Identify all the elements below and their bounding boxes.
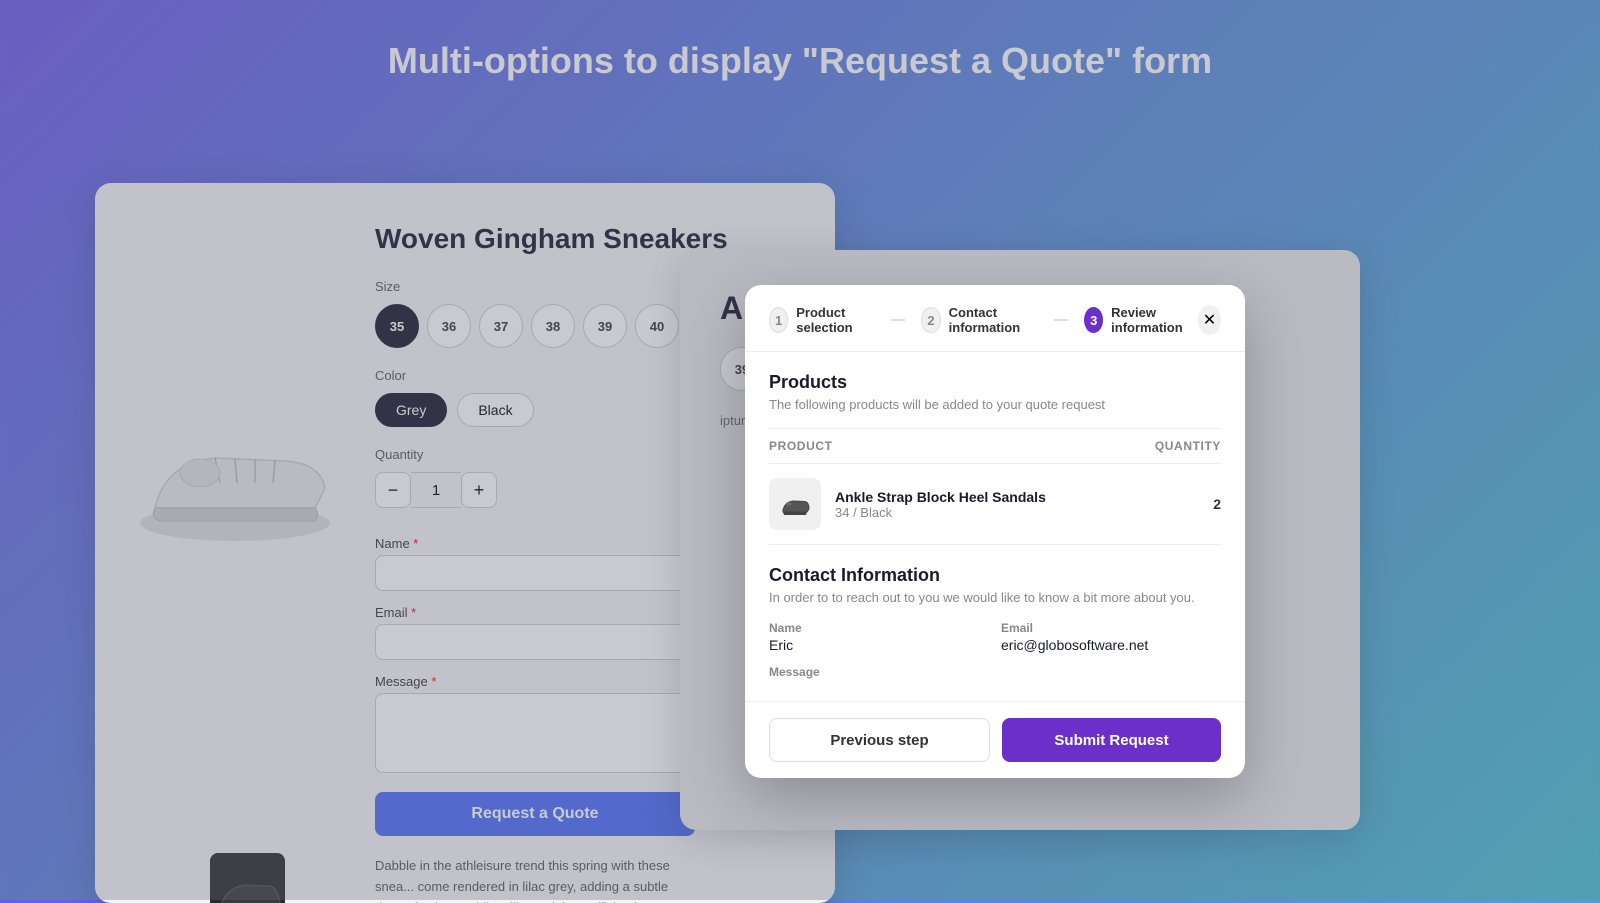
step-separator-1 xyxy=(891,319,906,321)
product-info: Ankle Strap Block Heel Sandals 34 / Blac… xyxy=(835,489,1046,520)
step-1: 1 Product selection xyxy=(769,305,875,335)
step-3-label: Review information xyxy=(1111,305,1198,335)
contact-email-value: eric@globosoftware.net xyxy=(1001,637,1221,653)
modal-header: 1 Product selection 2 Contact informatio… xyxy=(745,285,1245,352)
quote-modal: 1 Product selection 2 Contact informatio… xyxy=(745,285,1245,778)
contact-email-label: Email xyxy=(1001,621,1221,635)
contact-section-subtitle: In order to to reach out to you we would… xyxy=(769,590,1221,605)
step-3: 3 Review information xyxy=(1084,305,1198,335)
step-2-label: Contact information xyxy=(949,305,1038,335)
modal-footer: Previous step Submit Request xyxy=(745,701,1245,778)
product-name-modal: Ankle Strap Block Heel Sandals xyxy=(835,489,1046,505)
contact-message-field: Message xyxy=(769,665,1221,679)
col-product: Product xyxy=(769,439,833,453)
submit-request-button[interactable]: Submit Request xyxy=(1002,718,1221,762)
previous-step-button[interactable]: Previous step xyxy=(769,718,990,762)
modal-overlay: 1 Product selection 2 Contact informatio… xyxy=(0,0,1600,900)
table-header: Product Quantity xyxy=(769,429,1221,464)
step-1-number: 1 xyxy=(769,307,788,333)
step-1-label: Product selection xyxy=(796,305,874,335)
steps-row: 1 Product selection 2 Contact informatio… xyxy=(769,305,1198,335)
step-separator-2 xyxy=(1054,319,1069,321)
step-3-number: 3 xyxy=(1084,307,1103,333)
product-variant: 34 / Black xyxy=(835,505,1046,520)
modal-body: Products The following products will be … xyxy=(745,352,1245,701)
product-cell: Ankle Strap Block Heel Sandals 34 / Blac… xyxy=(769,478,1046,530)
contact-message-label: Message xyxy=(769,665,1221,679)
contact-name-field: Name Eric xyxy=(769,621,989,653)
step-2: 2 Contact information xyxy=(921,305,1037,335)
step-2-number: 2 xyxy=(921,307,940,333)
products-table: Product Quantity Ankle Stra xyxy=(769,428,1221,545)
col-quantity: Quantity xyxy=(1155,439,1221,453)
contact-name-value: Eric xyxy=(769,637,989,653)
contact-grid: Name Eric Email eric@globosoftware.net xyxy=(769,621,1221,653)
contact-name-label: Name xyxy=(769,621,989,635)
product-thumbnail-modal xyxy=(769,478,821,530)
contact-section-title: Contact Information xyxy=(769,565,1221,586)
products-section-title: Products xyxy=(769,372,1221,393)
contact-section: Contact Information In order to to reach… xyxy=(769,565,1221,679)
contact-email-field: Email eric@globosoftware.net xyxy=(1001,621,1221,653)
product-quantity-modal: 2 xyxy=(1213,496,1221,512)
products-section-subtitle: The following products will be added to … xyxy=(769,397,1221,412)
modal-close-button[interactable]: ✕ xyxy=(1198,305,1221,335)
table-row: Ankle Strap Block Heel Sandals 34 / Blac… xyxy=(769,464,1221,545)
